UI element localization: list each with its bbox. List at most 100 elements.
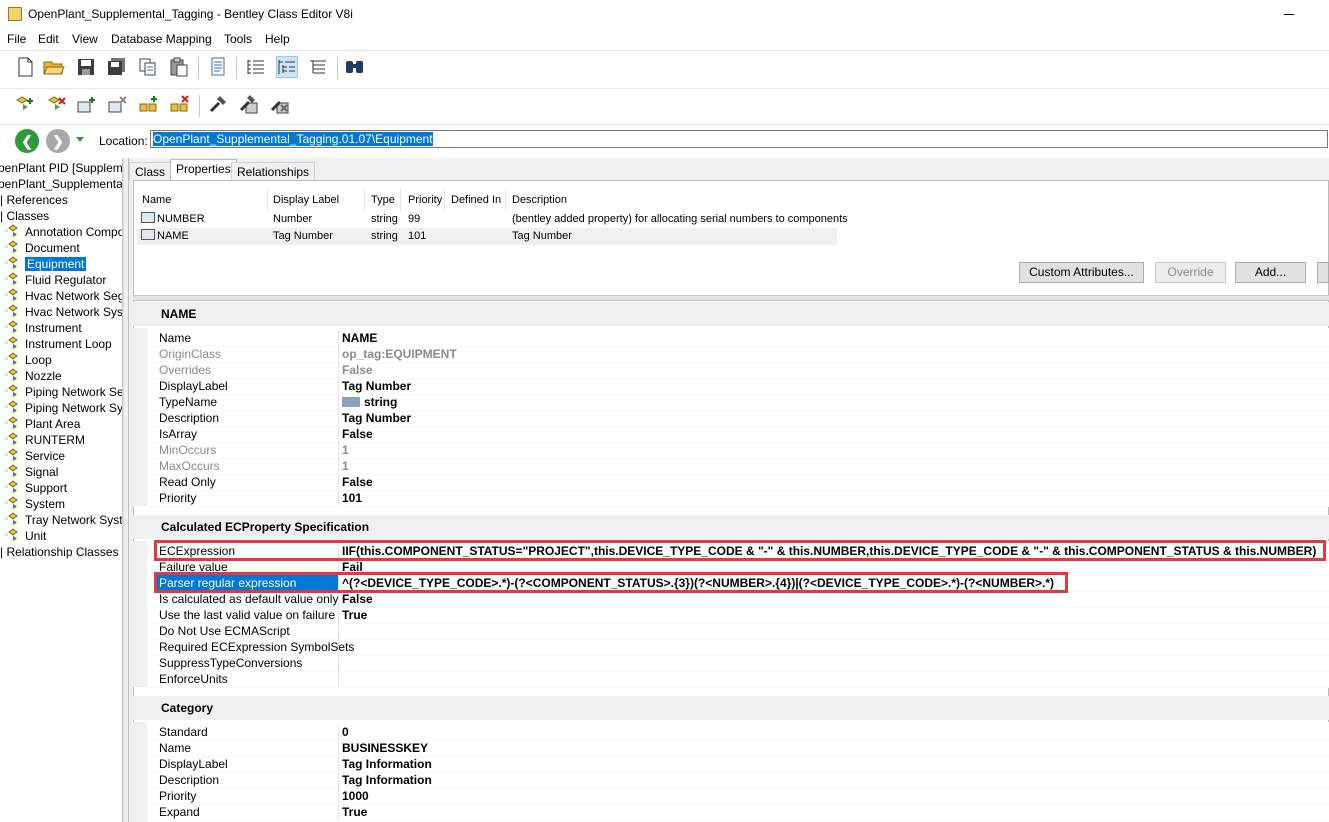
grid-row[interactable]: MinOccurs 1 (147, 442, 1329, 459)
tree-class-item[interactable]: RUNTERM (4, 432, 85, 448)
grid-row-value[interactable]: NAME (342, 330, 377, 346)
property-row-selected[interactable]: NAME Tag Number string 101 Tag Number (137, 228, 837, 245)
tree-class-item[interactable]: Instrument Loop (4, 336, 112, 352)
delete-property-icon[interactable] (107, 94, 129, 116)
grid-row-value[interactable]: True (342, 804, 367, 820)
grid-row-value[interactable]: 1000 (342, 788, 369, 804)
grid-row-value[interactable]: True (342, 607, 367, 623)
grid-row[interactable]: Name NAME (147, 330, 1329, 347)
grid-row-value[interactable]: False (342, 362, 373, 378)
grid-row-value[interactable]: Tag Number (342, 378, 411, 394)
property-row[interactable]: NUMBER Number string 99 (bentley added p… (137, 211, 848, 228)
grid-row[interactable]: Overrides False (147, 362, 1329, 379)
col-header-defined-in[interactable]: Defined In (451, 194, 501, 206)
grid-row[interactable]: DisplayLabel Tag Number (147, 378, 1329, 395)
tab-properties[interactable]: Properties (170, 159, 237, 181)
tree-class-item[interactable]: Equipment (4, 256, 87, 272)
tree-view-icon[interactable] (276, 56, 298, 78)
delete-class-icon[interactable] (46, 94, 68, 116)
tree-root-supplemental[interactable]: penPlant_Supplemental_T (0, 176, 122, 192)
grid-row[interactable]: OriginClass op_tag:EQUIPMENT (147, 346, 1329, 363)
tree-class-item[interactable]: Signal (4, 464, 58, 480)
menu-tools[interactable]: Tools (224, 32, 252, 46)
tab-relationships[interactable]: Relationships (231, 162, 316, 181)
list-view-icon[interactable] (245, 56, 267, 78)
tool-edit-icon[interactable] (238, 94, 260, 116)
col-header-display-label[interactable]: Display Label (273, 194, 339, 206)
save-all-icon[interactable] (106, 56, 128, 78)
tree-classes[interactable]: | Classes (0, 208, 49, 224)
tree-class-item[interactable]: Unit (4, 528, 46, 544)
minimize-button[interactable] (1278, 6, 1308, 24)
tree-class-item[interactable]: Support (4, 480, 67, 496)
section-header-calculated[interactable]: Calculated ECProperty Specification (133, 515, 1329, 539)
grid-row[interactable]: Is calculated as default value only False (147, 591, 1329, 608)
tool-remove-icon[interactable] (269, 94, 291, 116)
grid-row-value[interactable]: 0 (342, 724, 349, 740)
document-icon[interactable] (207, 56, 229, 78)
add-class-icon[interactable] (14, 94, 36, 116)
grid-row-value[interactable]: False (342, 591, 373, 607)
section-header-category[interactable]: Category (133, 696, 1329, 720)
grid-row[interactable]: Standard 0 (147, 724, 1329, 741)
save-icon[interactable] (75, 56, 97, 78)
history-dropdown-icon[interactable] (76, 137, 84, 142)
grid-row-value[interactable]: Tag Number (342, 410, 411, 426)
add-relationship-icon[interactable] (138, 94, 160, 116)
forward-arrow-icon[interactable]: ❯ (46, 129, 70, 153)
open-folder-icon[interactable] (43, 56, 65, 78)
grid-row[interactable]: SuppressTypeConversions (147, 655, 1329, 672)
grid-row[interactable]: Expand True (147, 804, 1329, 821)
tree-class-item[interactable]: Piping Network Seg (4, 384, 122, 400)
grid-row-value[interactable]: BUSINESSKEY (342, 740, 428, 756)
tree-class-item[interactable]: Nozzle (4, 368, 62, 384)
grid-row-value[interactable]: False (342, 426, 373, 442)
copy-icon[interactable] (137, 56, 159, 78)
grid-row[interactable]: Description Tag Number (147, 410, 1329, 427)
grid-row[interactable]: Priority 101 (147, 490, 1329, 507)
tree-class-item[interactable]: Instrument (4, 320, 82, 336)
override-button[interactable]: Override (1155, 262, 1226, 283)
delete-relationship-icon[interactable] (169, 94, 191, 116)
tree-class-item[interactable]: Hvac Network Syst (4, 304, 122, 320)
col-header-priority[interactable]: Priority (408, 194, 442, 206)
grid-row[interactable]: Priority 1000 (147, 788, 1329, 805)
custom-attributes-button[interactable]: Custom Attributes... (1019, 262, 1144, 283)
horizontal-splitter[interactable] (133, 295, 1329, 301)
paste-icon[interactable] (168, 56, 190, 78)
tree-relationship-classes[interactable]: | Relationship Classes (0, 544, 119, 560)
tree-class-item[interactable]: Annotation Compon (4, 224, 122, 240)
col-header-type[interactable]: Type (371, 194, 395, 206)
col-header-name[interactable]: Name (142, 194, 171, 206)
grid-row-value[interactable]: Tag Information (342, 756, 432, 772)
tree-class-item[interactable]: Service (4, 448, 65, 464)
grid-row-value[interactable]: False (342, 474, 373, 490)
grid-row[interactable]: IsArray False (147, 426, 1329, 443)
tab-class[interactable]: Class (129, 162, 172, 181)
tree-references[interactable]: | References (0, 192, 68, 208)
location-input[interactable]: OpenPlant_Supplemental_Tagging.01.07\Equ… (150, 130, 1328, 148)
tree-class-item[interactable]: Hvac Network Seg (4, 288, 122, 304)
tree-root-pid[interactable]: penPlant PID [Supplemen (0, 160, 122, 176)
grid-row[interactable]: Do Not Use ECMAScript (147, 623, 1329, 640)
tree-class-item[interactable]: Piping Network Sys (4, 400, 122, 416)
grid-row[interactable]: EnforceUnits (147, 671, 1329, 688)
menu-database-mapping[interactable]: Database Mapping (111, 32, 212, 46)
grid-row[interactable]: DisplayLabel Tag Information (147, 756, 1329, 773)
menu-view[interactable]: View (72, 32, 98, 46)
tree-class-item[interactable]: Tray Network Syste (4, 512, 122, 528)
add-button[interactable]: Add... (1235, 262, 1306, 283)
grid-row-value[interactable]: op_tag:EQUIPMENT (342, 346, 457, 362)
grid-row-value[interactable]: 1 (342, 458, 349, 474)
grid-row[interactable]: Description Tag Information (147, 772, 1329, 789)
tree-class-item[interactable]: Loop (4, 352, 52, 368)
hierarchy-view-icon[interactable] (307, 56, 329, 78)
new-file-icon[interactable] (14, 56, 36, 78)
grid-row-value[interactable]: 101 (342, 490, 362, 506)
add-property-icon[interactable] (76, 94, 98, 116)
grid-row[interactable]: Use the last valid value on failure True (147, 607, 1329, 624)
tree-class-item[interactable]: System (4, 496, 65, 512)
menu-help[interactable]: Help (265, 32, 290, 46)
grid-row[interactable]: TypeName string (147, 394, 1329, 411)
tree-class-item[interactable]: Document (4, 240, 80, 256)
